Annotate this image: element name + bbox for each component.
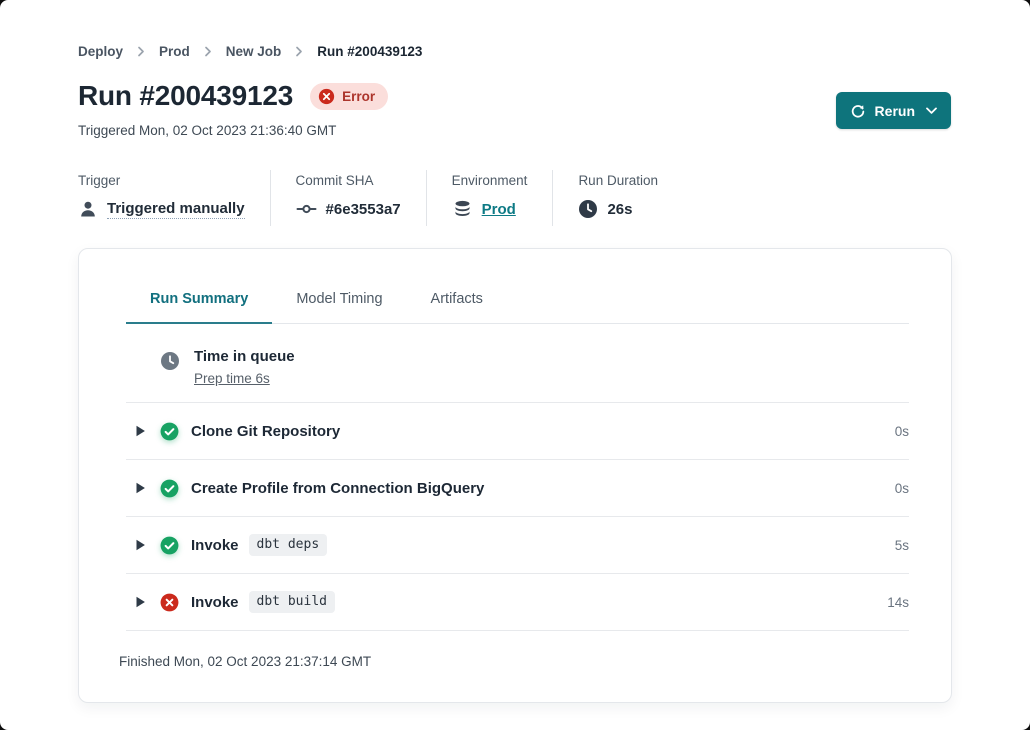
breadcrumb-run-id: Run #200439123 xyxy=(317,44,422,59)
step-row-clone-git[interactable]: Clone Git Repository 0s xyxy=(126,403,909,460)
step-label: Create Profile from Connection BigQuery xyxy=(191,480,484,497)
rerun-button[interactable]: Rerun xyxy=(836,92,951,129)
run-detail-page: Deploy Prod New Job Run #200439123 Run #… xyxy=(0,0,1030,730)
caret-right-icon[interactable] xyxy=(136,596,146,608)
database-icon xyxy=(452,199,473,220)
prep-time-link[interactable]: Prep time 6s xyxy=(194,371,270,386)
step-duration: 0s xyxy=(895,424,909,439)
clock-icon xyxy=(578,199,598,219)
environment-link[interactable]: Prod xyxy=(482,201,516,218)
meta-commit-sha: Commit SHA #6e3553a7 xyxy=(270,170,426,226)
finished-timestamp: Finished Mon, 02 Oct 2023 21:37:14 GMT xyxy=(119,631,909,669)
chevron-right-icon xyxy=(294,46,304,57)
step-command-chip: dbt build xyxy=(249,591,335,613)
trigger-value[interactable]: Triggered manually xyxy=(107,200,245,219)
step-duration: 0s xyxy=(895,481,909,496)
step-duration: 5s xyxy=(895,538,909,553)
error-circle-icon xyxy=(318,88,335,105)
caret-right-icon[interactable] xyxy=(136,539,146,551)
status-badge-label: Error xyxy=(342,89,375,104)
triggered-timestamp: Triggered Mon, 02 Oct 2023 21:36:40 GMT xyxy=(78,123,336,138)
step-label: Invoke xyxy=(191,537,239,554)
chevron-down-icon xyxy=(926,107,937,115)
chevron-right-icon xyxy=(136,46,146,57)
step-command-chip: dbt deps xyxy=(249,534,328,556)
run-summary-card: Run Summary Model Timing Artifacts Time … xyxy=(78,248,952,703)
commit-sha-value: #6e3553a7 xyxy=(326,201,401,218)
tab-bar: Run Summary Model Timing Artifacts xyxy=(126,291,909,324)
step-label: Clone Git Repository xyxy=(191,423,340,440)
breadcrumb-new-job[interactable]: New Job xyxy=(226,44,282,59)
commit-icon xyxy=(296,199,317,219)
person-icon xyxy=(78,199,98,219)
caret-right-icon[interactable] xyxy=(136,482,146,494)
meta-environment-label: Environment xyxy=(452,173,528,188)
meta-trigger-label: Trigger xyxy=(78,173,245,188)
queue-title: Time in queue xyxy=(194,348,295,365)
tab-run-summary[interactable]: Run Summary xyxy=(126,291,272,324)
rerun-icon xyxy=(850,103,866,119)
breadcrumb: Deploy Prod New Job Run #200439123 xyxy=(78,44,422,59)
step-row-dbt-build[interactable]: Invoke dbt build 14s xyxy=(126,574,909,631)
breadcrumb-deploy[interactable]: Deploy xyxy=(78,44,123,59)
title-row: Run #200439123 Error xyxy=(78,80,388,112)
chevron-right-icon xyxy=(203,46,213,57)
meta-environment: Environment Prod xyxy=(426,170,553,226)
success-check-icon xyxy=(160,422,179,441)
step-list: Time in queue Prep time 6s Clone Git Rep… xyxy=(126,324,909,631)
page-title: Run #200439123 xyxy=(78,80,293,112)
tab-model-timing[interactable]: Model Timing xyxy=(272,291,406,324)
meta-commit-label: Commit SHA xyxy=(296,173,401,188)
success-check-icon xyxy=(160,479,179,498)
meta-run-duration: Run Duration 26s xyxy=(552,170,683,226)
meta-duration-label: Run Duration xyxy=(578,173,658,188)
status-badge: Error xyxy=(310,83,388,110)
queue-clock-icon xyxy=(160,348,180,376)
run-duration-value: 26s xyxy=(607,201,632,218)
error-circle-icon xyxy=(160,593,179,612)
breadcrumb-prod[interactable]: Prod xyxy=(159,44,190,59)
run-metadata-row: Trigger Triggered manually Commit SHA #6… xyxy=(78,170,952,226)
step-row-dbt-deps[interactable]: Invoke dbt deps 5s xyxy=(126,517,909,574)
step-duration: 14s xyxy=(887,595,909,610)
step-row-create-profile[interactable]: Create Profile from Connection BigQuery … xyxy=(126,460,909,517)
success-check-icon xyxy=(160,536,179,555)
rerun-button-label: Rerun xyxy=(875,103,915,119)
step-label: Invoke xyxy=(191,594,239,611)
meta-trigger: Trigger Triggered manually xyxy=(78,170,270,226)
caret-right-icon[interactable] xyxy=(136,425,146,437)
time-in-queue-row: Time in queue Prep time 6s xyxy=(126,324,909,403)
tab-artifacts[interactable]: Artifacts xyxy=(407,291,507,324)
